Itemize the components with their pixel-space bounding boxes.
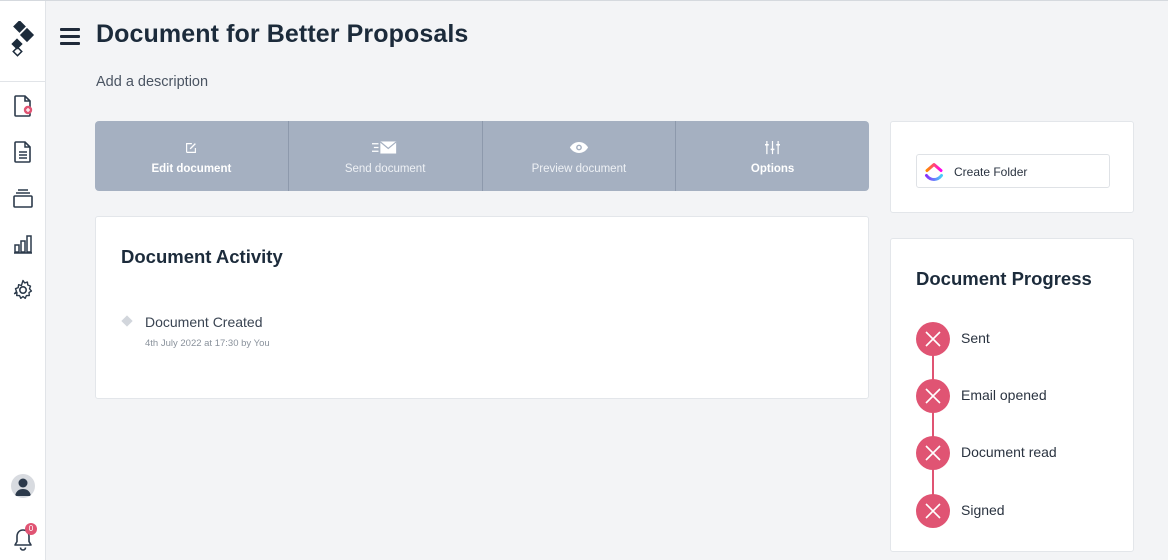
send-document-button[interactable]: Send document [289, 121, 483, 191]
app-logo-icon[interactable] [9, 20, 37, 57]
options-button[interactable]: Options [676, 121, 869, 191]
progress-step-label: Sent [961, 330, 990, 346]
eye-icon [569, 138, 589, 158]
x-close-icon [916, 436, 950, 470]
description-field[interactable]: Add a description [96, 74, 208, 90]
activity-item-title: Document Created [145, 314, 263, 330]
create-folder-button[interactable]: Create Folder [916, 154, 1110, 188]
sidebar-divider [0, 81, 46, 82]
options-label: Options [750, 162, 795, 175]
preview-document-button[interactable]: Preview document [483, 121, 677, 191]
menu-hamburger-icon[interactable] [60, 28, 80, 46]
x-close-icon [916, 379, 950, 413]
x-close-icon [916, 322, 950, 356]
settings-gear-icon[interactable] [11, 278, 35, 302]
create-folder-label: Create Folder [954, 165, 1028, 179]
x-close-icon [916, 494, 950, 528]
progress-step-label: Document read [961, 444, 1057, 460]
clickup-logo-icon [923, 160, 945, 184]
documents-icon[interactable] [11, 140, 35, 164]
progress-step-label: Signed [961, 502, 1005, 518]
progress-connector-line [932, 339, 934, 513]
send-document-label: Send document [344, 162, 426, 175]
progress-step-email-opened: Email opened [916, 379, 1116, 413]
progress-title: Document Progress [916, 268, 1092, 289]
analytics-icon[interactable] [11, 232, 35, 256]
page-title: Document for Better Proposals [96, 20, 469, 48]
folder-card: Create Folder [890, 121, 1134, 213]
document-toolbar: Edit document Send document Preview docu… [95, 121, 869, 191]
notification-count-badge: 0 [25, 523, 37, 535]
activity-item-meta: 4th July 2022 at 17:30 by You [145, 338, 270, 349]
progress-step-sent: Sent [916, 322, 1116, 356]
document-progress-card: Document Progress Sent Email opened Docu… [890, 238, 1134, 552]
activity-bullet-icon [121, 315, 133, 327]
progress-step-document-read: Document read [916, 436, 1116, 470]
sidebar: 0 [0, 1, 46, 560]
progress-step-label: Email opened [961, 387, 1047, 403]
activity-title: Document Activity [121, 246, 283, 267]
document-activity-card: Document Activity Document Created 4th J… [95, 216, 869, 399]
sliders-icon [764, 138, 781, 158]
user-avatar[interactable] [11, 474, 35, 498]
templates-stack-icon[interactable] [11, 186, 35, 210]
send-mail-icon [372, 138, 398, 158]
edit-document-label: Edit document [151, 162, 232, 175]
progress-step-signed: Signed [916, 494, 1116, 528]
edit-icon [184, 138, 198, 158]
edit-document-button[interactable]: Edit document [95, 121, 289, 191]
new-document-icon[interactable] [11, 94, 35, 118]
preview-document-label: Preview document [531, 162, 627, 175]
